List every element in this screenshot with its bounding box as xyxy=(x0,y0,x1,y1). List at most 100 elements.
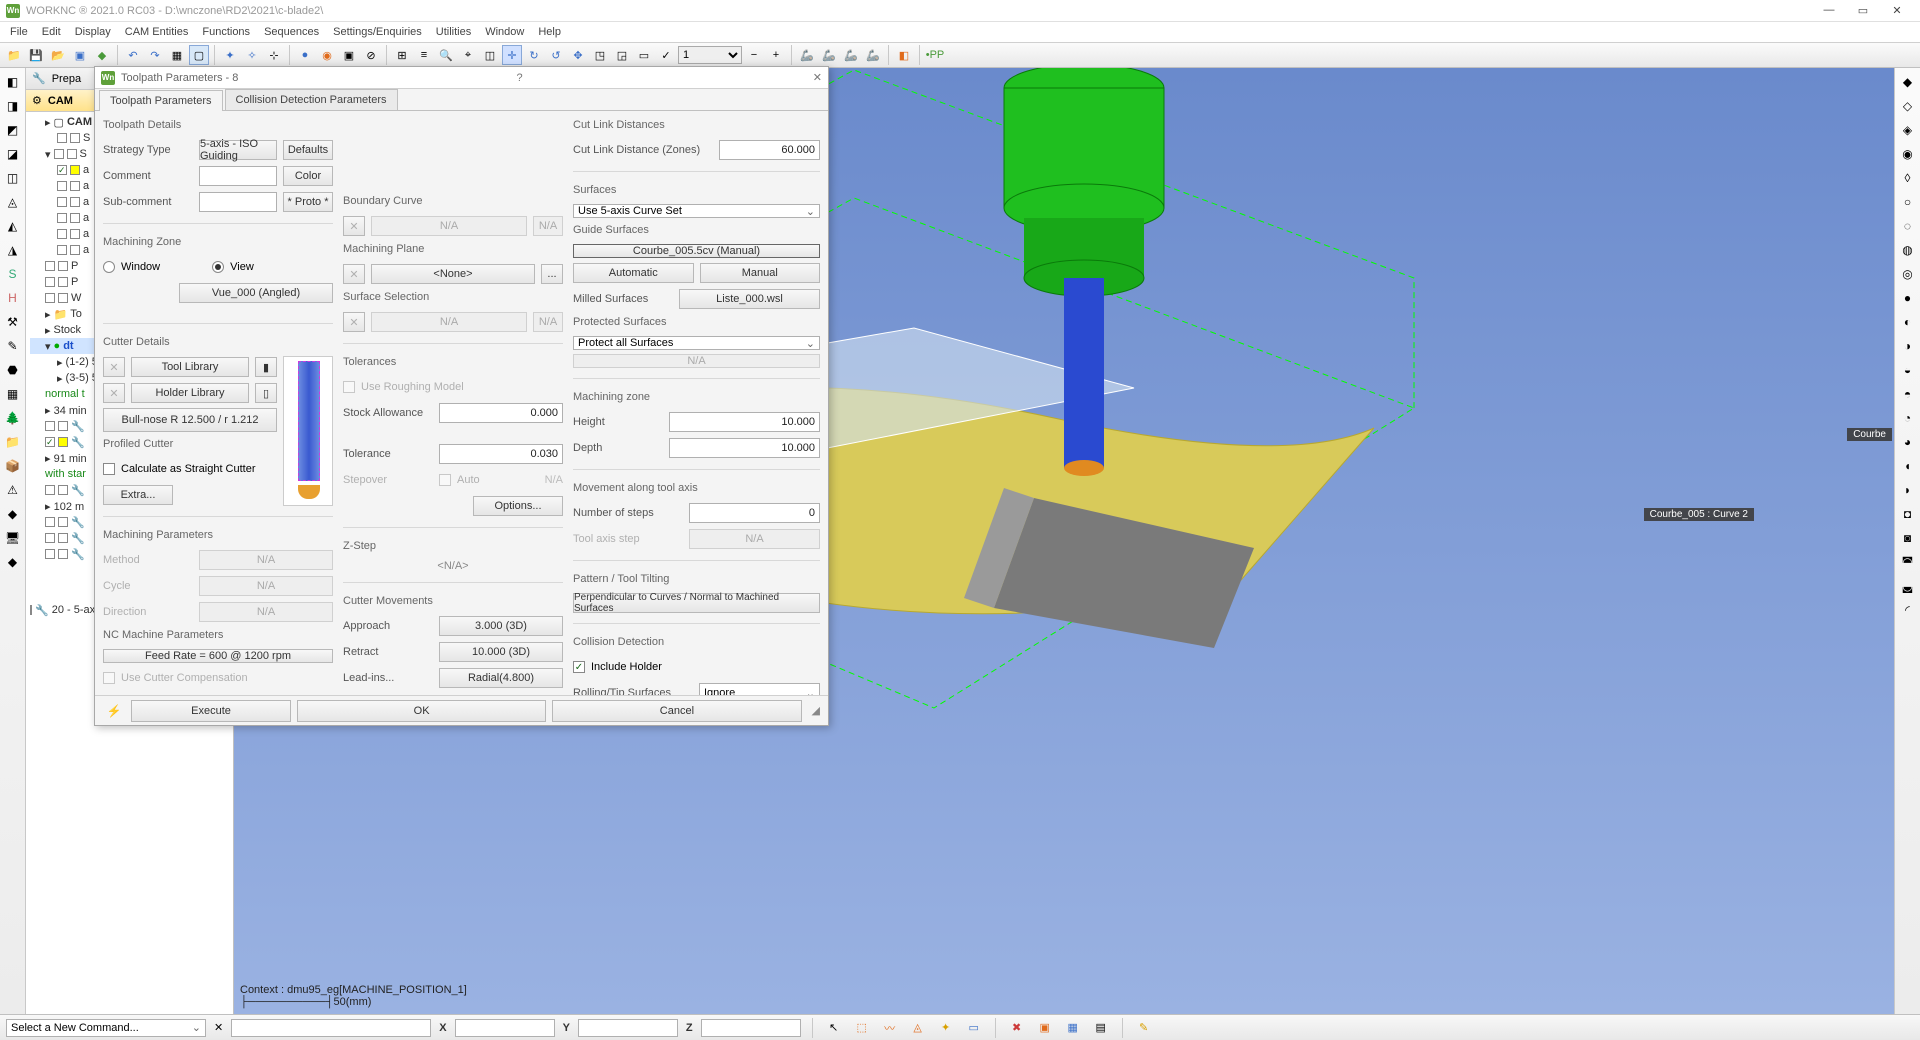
menu-settings[interactable]: Settings/Enquiries xyxy=(327,24,428,40)
cutter-comp-checkbox[interactable] xyxy=(103,672,115,684)
command-select[interactable]: Select a New Command... xyxy=(6,1019,206,1037)
cube-icon[interactable]: ◭ xyxy=(3,216,23,236)
r-icon[interactable]: ◍ xyxy=(1898,240,1918,260)
r-icon[interactable]: ◐ xyxy=(1898,312,1918,332)
comment-input[interactable] xyxy=(199,166,277,186)
sel2-icon[interactable]: ▭ xyxy=(964,1018,984,1038)
r-icon[interactable]: ◗ xyxy=(1898,480,1918,500)
cube-icon[interactable]: ◆ xyxy=(92,45,112,65)
r-icon[interactable]: ● xyxy=(1898,288,1918,308)
db-icon[interactable]: ▣ xyxy=(70,45,90,65)
options-button[interactable]: Options... xyxy=(473,496,563,516)
axes3-icon[interactable]: ⊹ xyxy=(264,45,284,65)
redo-icon[interactable]: ↷ xyxy=(145,45,165,65)
ok-button[interactable]: OK xyxy=(297,700,546,722)
r-icon[interactable]: ◜ xyxy=(1898,600,1918,620)
r-icon[interactable]: ◉ xyxy=(1898,144,1918,164)
tab-collision-params[interactable]: Collision Detection Parameters xyxy=(225,89,398,110)
view-radio[interactable] xyxy=(212,261,224,273)
pan-icon[interactable]: ✥ xyxy=(568,45,588,65)
execute-button[interactable]: Execute xyxy=(131,700,291,722)
light-icon[interactable]: ✦ xyxy=(936,1018,956,1038)
milled-surfaces-button[interactable]: Liste_000.wsl xyxy=(679,289,820,309)
menu-display[interactable]: Display xyxy=(69,24,117,40)
rotate2-icon[interactable]: ↺ xyxy=(546,45,566,65)
menu-functions[interactable]: Functions xyxy=(196,24,256,40)
x-button[interactable]: ✕ xyxy=(103,357,125,377)
rolling-select[interactable]: Ignore xyxy=(699,683,820,695)
pick-icon[interactable]: ↖ xyxy=(824,1018,844,1038)
minimize-button[interactable]: — xyxy=(1812,4,1846,17)
wire-icon[interactable]: ▣ xyxy=(339,45,359,65)
resize-grip-icon[interactable]: ◢ xyxy=(812,704,820,717)
x-button[interactable]: ✕ xyxy=(343,264,365,284)
menu-window[interactable]: Window xyxy=(479,24,530,40)
r-icon[interactable]: ◇ xyxy=(1898,96,1918,116)
grid2-icon[interactable]: ▦ xyxy=(1063,1018,1083,1038)
rotate-icon[interactable]: ↻ xyxy=(524,45,544,65)
axes2-icon[interactable]: ✧ xyxy=(242,45,262,65)
axes-icon[interactable]: ✦ xyxy=(220,45,240,65)
depth-input[interactable]: 10.000 xyxy=(669,438,820,458)
menu-sequences[interactable]: Sequences xyxy=(258,24,325,40)
r-icon[interactable]: ◙ xyxy=(1898,528,1918,548)
clear-cmd-icon[interactable]: ✕ xyxy=(214,1021,223,1034)
cube-icon[interactable]: ◩ xyxy=(3,120,23,140)
include-holder-checkbox[interactable] xyxy=(573,661,585,673)
del-icon[interactable]: ✖ xyxy=(1007,1018,1027,1038)
exec-icon[interactable]: ⚡ xyxy=(103,701,125,721)
nowire-icon[interactable]: ⊘ xyxy=(361,45,381,65)
ortho-icon[interactable]: ◳ xyxy=(590,45,610,65)
r-icon[interactable]: ◌ xyxy=(1898,216,1918,236)
shade-icon[interactable]: ▢ xyxy=(189,45,209,65)
part-icon[interactable]: ◆ xyxy=(3,552,23,572)
part-icon[interactable]: ◆ xyxy=(3,504,23,524)
tree-icon[interactable]: 🌲 xyxy=(3,408,23,428)
z-input[interactable] xyxy=(701,1019,801,1037)
roughing-checkbox[interactable] xyxy=(343,381,355,393)
r-icon[interactable]: ◆ xyxy=(1898,72,1918,92)
maximize-button[interactable]: ▭ xyxy=(1846,4,1880,17)
cutlink-dist-input[interactable]: 60.000 xyxy=(719,140,820,160)
alert-icon[interactable]: ⚠ xyxy=(3,480,23,500)
approach-button[interactable]: 3.000 (3D) xyxy=(439,616,563,636)
surfaces-select[interactable]: Use 5-axis Curve Set xyxy=(573,204,820,218)
r-icon[interactable]: ◚ xyxy=(1898,552,1918,572)
tool-icon[interactable]: ✎ xyxy=(3,336,23,356)
manual-button[interactable]: Manual xyxy=(700,263,821,283)
retract-button[interactable]: 10.000 (3D) xyxy=(439,642,563,662)
tool-library-button[interactable]: Tool Library xyxy=(131,357,249,377)
stack-icon[interactable]: ≡ xyxy=(414,45,434,65)
tool-icon[interactable]: ⬣ xyxy=(3,360,23,380)
select-icon[interactable]: ⬚ xyxy=(852,1018,872,1038)
robot4-icon[interactable]: 🦾 xyxy=(863,45,883,65)
menu-utilities[interactable]: Utilities xyxy=(430,24,477,40)
defaults-button[interactable]: Defaults xyxy=(283,140,333,160)
menu-edit[interactable]: Edit xyxy=(36,24,67,40)
folder-icon[interactable]: 📂 xyxy=(48,45,68,65)
r-icon[interactable]: ◖ xyxy=(1898,456,1918,476)
tool-icon[interactable]: ⚒ xyxy=(3,312,23,332)
globe2-icon[interactable]: ◉ xyxy=(317,45,337,65)
holder-library-button[interactable]: Holder Library xyxy=(131,383,249,403)
steps-input[interactable]: 0 xyxy=(689,503,820,523)
clip-icon[interactable]: ◧ xyxy=(894,45,914,65)
vue-button[interactable]: Vue_000 (Angled) xyxy=(179,283,333,303)
plane-browse[interactable]: ... xyxy=(541,264,563,284)
guide-surface-button[interactable]: Courbe_005.5cv (Manual) xyxy=(573,244,820,258)
cube-icon[interactable]: ◫ xyxy=(3,168,23,188)
window-radio[interactable] xyxy=(103,261,115,273)
save-icon[interactable]: 💾 xyxy=(26,45,46,65)
straight-cutter-checkbox[interactable] xyxy=(103,463,115,475)
leadins-button[interactable]: Radial(4.800) xyxy=(439,668,563,688)
grid-icon[interactable]: ▦ xyxy=(167,45,187,65)
tool-pick-icon[interactable]: ▮ xyxy=(255,357,277,377)
cube-icon[interactable]: ◬ xyxy=(3,192,23,212)
r-icon[interactable]: ◑ xyxy=(1898,336,1918,356)
target-icon[interactable]: ✛ xyxy=(502,45,522,65)
r-icon[interactable]: ◛ xyxy=(1898,576,1918,596)
undo-icon[interactable]: ↶ xyxy=(123,45,143,65)
stock-allowance-input[interactable]: 0.000 xyxy=(439,403,563,423)
r-icon[interactable]: ◎ xyxy=(1898,264,1918,284)
cube-icon[interactable]: ◨ xyxy=(3,96,23,116)
